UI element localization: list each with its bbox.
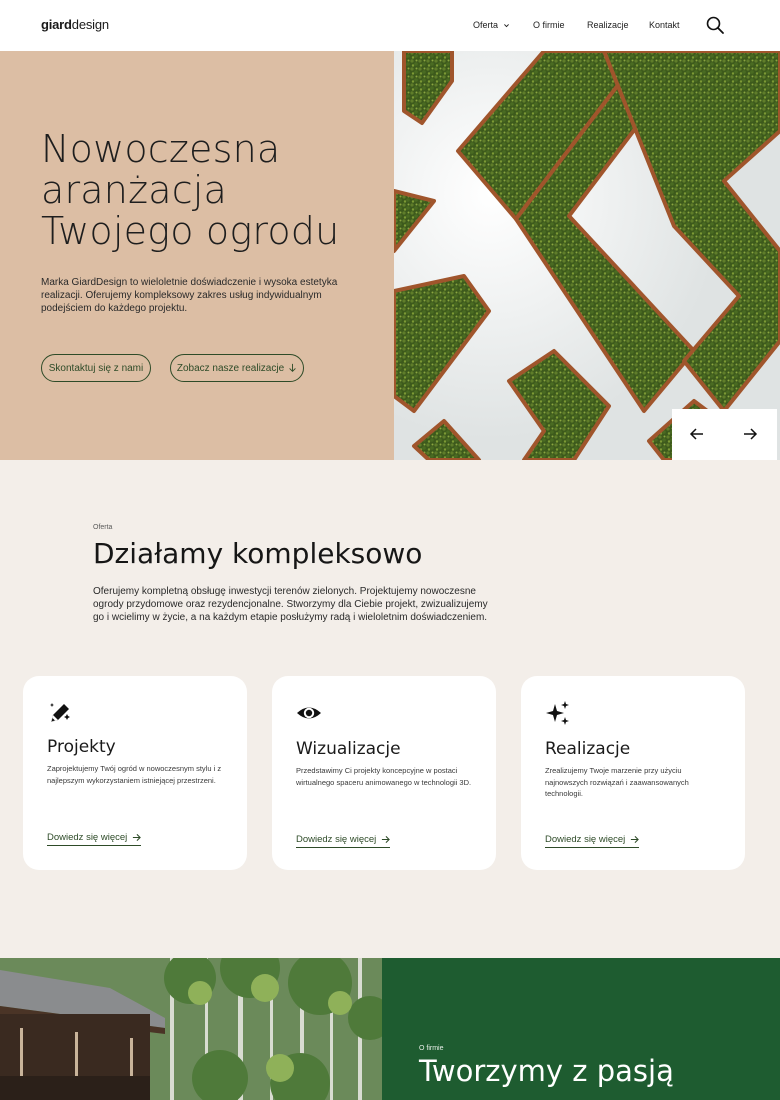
learn-more-link[interactable]: Dowiedz się więcej [47, 832, 142, 846]
slider-controls [672, 409, 777, 460]
arrow-right-icon [133, 833, 142, 842]
logo[interactable]: giarddesign [41, 17, 109, 32]
about-section: O firmie Tworzymy z pasją [382, 958, 780, 1100]
card-title: Wizualizacje [296, 739, 401, 759]
offer-card-projekty: Projekty Zaprojektujemy Twój ogród w now… [23, 676, 247, 870]
arrow-right-icon [382, 835, 391, 844]
chevron-down-icon [504, 23, 509, 27]
offer-eyebrow: Oferta [93, 524, 113, 531]
offer-card-wizualizacje: Wizualizacje Przedstawimy Ci projekty ko… [272, 676, 496, 870]
card-text: Zrealizujemy Twoje marzenie przy użyciu … [545, 766, 689, 798]
hero-description: Marka GiardDesign to wieloletnie doświad… [41, 277, 338, 314]
arrow-left-icon[interactable] [689, 426, 705, 442]
card-title: Projekty [47, 737, 116, 757]
see-realizations-button[interactable]: Zobacz nasze realizacje [170, 354, 304, 382]
site-header: giarddesign Oferta O firmie Realizacje K… [0, 0, 780, 51]
search-icon[interactable] [705, 15, 725, 35]
hero-title: Nowoczesna aranżacja Twojego ogrodu [41, 127, 340, 253]
sparkles-icon [546, 701, 569, 725]
nav-item-kontakt[interactable]: Kontakt [649, 20, 680, 30]
nav-item-oferta[interactable]: Oferta [473, 20, 510, 30]
hero-section [0, 51, 394, 460]
arrow-right-icon [631, 835, 640, 844]
learn-more-link[interactable]: Dowiedz się więcej [545, 834, 640, 848]
contact-button[interactable]: Skontaktuj się z nami [41, 354, 151, 382]
pencil-sparkle-icon [50, 703, 70, 722]
offer-card-realizacje: Realizacje Zrealizujemy Twoje marzenie p… [521, 676, 745, 870]
hero-image [394, 51, 780, 460]
card-text: Przedstawimy Ci projekty koncepcyjne w p… [296, 766, 472, 787]
garden-maze-photo [394, 51, 780, 460]
offer-title: Działamy kompleksowo [93, 537, 423, 570]
arrow-right-icon[interactable] [742, 426, 758, 442]
eye-icon [297, 707, 321, 719]
nav-item-o-firmie[interactable]: O firmie [533, 20, 565, 30]
nav-item-realizacje[interactable]: Realizacje [587, 20, 629, 30]
learn-more-link[interactable]: Dowiedz się więcej [296, 834, 391, 848]
about-title: Tworzymy z pasją [419, 1054, 674, 1088]
japanese-house-garden-photo [0, 958, 382, 1100]
offer-description: Oferujemy kompletną obsługę inwestycji t… [93, 586, 488, 623]
about-eyebrow: O firmie [419, 1045, 444, 1052]
arrow-down-icon [289, 363, 296, 372]
card-text: Zaprojektujemy Twój ogród w nowoczesnym … [47, 764, 222, 785]
card-title: Realizacje [545, 739, 631, 759]
